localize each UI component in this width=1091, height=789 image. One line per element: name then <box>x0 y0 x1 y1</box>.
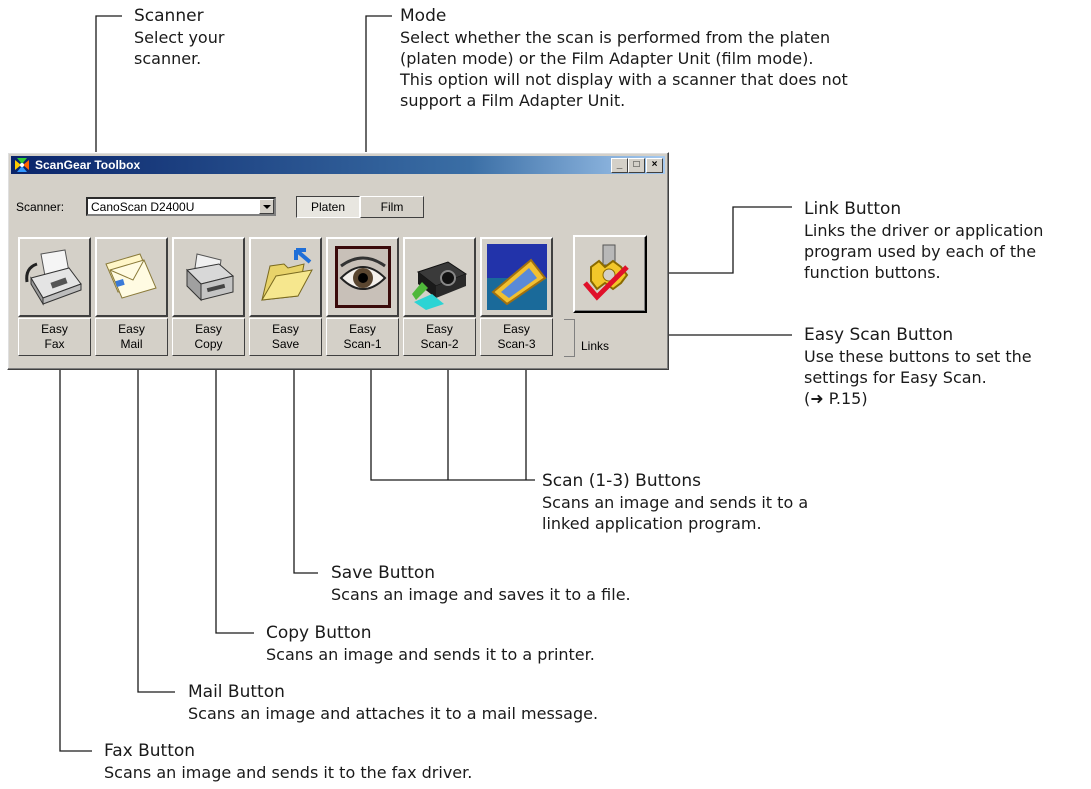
copy-callout: Copy Button Scans an image and sends it … <box>266 623 595 665</box>
button-label-line: Save <box>271 337 300 351</box>
callout-title: Scan (1-3) Buttons <box>542 471 701 491</box>
close-button[interactable]: × <box>646 158 663 173</box>
film-mode-button[interactable]: Film <box>360 196 424 218</box>
folder-icon <box>261 248 313 301</box>
fax-leader <box>59 326 92 752</box>
button-label-line: Copy <box>194 337 223 351</box>
save-callout: Save Button Scans an image and saves it … <box>331 563 631 605</box>
window-title: ScanGear Toolbox <box>35 158 141 172</box>
easy-copy-label[interactable]: Easy Copy <box>172 318 245 356</box>
callout-desc-line: support a Film Adapter Unit. <box>400 91 626 110</box>
button-label-line: Easy <box>503 322 530 336</box>
title-bar[interactable]: ScanGear Toolbox _ □ × <box>11 156 665 174</box>
platen-mode-button[interactable]: Platen <box>296 196 360 218</box>
fax-icon <box>25 249 82 306</box>
mail-icon <box>105 253 157 299</box>
easy-scan-2-label[interactable]: Easy Scan-2 <box>403 318 476 356</box>
scangear-toolbox-window: ScanGear Toolbox _ □ × Scanner: CanoScan… <box>7 152 669 370</box>
mail-callout: Mail Button Scans an image and attaches … <box>188 682 598 724</box>
callout-desc-line: (platen mode) or the Film Adapter Unit (… <box>400 49 814 68</box>
button-label-line: Easy <box>118 322 145 336</box>
scanner-callout: Scanner Select your scanner. <box>134 6 224 69</box>
button-label-line: Scan-2 <box>420 337 459 351</box>
scanner-select-value: CanoScan D2400U <box>91 200 195 214</box>
callout-title: Link Button <box>804 199 902 219</box>
callout-title: Scanner <box>134 6 204 26</box>
easy-copy-button[interactable] <box>172 237 245 317</box>
fax-callout: Fax Button Scans an image and sends it t… <box>104 741 472 783</box>
easy-scan-1-label[interactable]: Easy Scan-1 <box>326 318 399 356</box>
button-label-line: Scan-3 <box>497 337 536 351</box>
callout-title: Fax Button <box>104 741 196 761</box>
callout-desc-line: Scans an image and sends it to the fax d… <box>104 763 473 782</box>
scanner-label: Scanner: <box>16 200 65 214</box>
callout-title: Mode <box>400 6 447 26</box>
link-button[interactable] <box>573 235 647 313</box>
printer-icon <box>185 253 235 302</box>
chevron-down-icon[interactable] <box>259 199 274 214</box>
callout-desc-line: Scans an image and sends it to a printer… <box>266 645 595 664</box>
callout-desc-line: Scans an image and saves it to a file. <box>331 585 631 604</box>
callout-title: Copy Button <box>266 623 372 643</box>
maximize-button[interactable]: □ <box>628 158 645 173</box>
callout-desc-line: Links the driver or application <box>804 221 1044 240</box>
button-label-line: Easy <box>41 322 68 336</box>
link-callout: Link Button Links the driver or applicat… <box>804 199 1043 283</box>
button-label-line: Easy <box>426 322 453 336</box>
scangear-app-icon <box>15 158 29 172</box>
mode-callout: Mode Select whether the scan is performe… <box>400 6 848 111</box>
callout-title: Easy Scan Button <box>804 325 954 345</box>
minimize-button[interactable]: _ <box>611 158 628 173</box>
easy-scan-2-button[interactable] <box>403 237 476 317</box>
easy-save-label[interactable]: Easy Save <box>249 318 322 356</box>
callout-desc-line: settings for Easy Scan. <box>804 368 987 387</box>
button-label-line: Fax <box>44 337 65 351</box>
link-leader <box>662 206 792 274</box>
callout-desc-line: Select your <box>134 28 225 47</box>
callout-desc-line: Scans an image and sends it to a <box>542 493 809 512</box>
easy-save-button[interactable] <box>249 237 322 317</box>
copy-leader <box>215 326 254 634</box>
callout-desc-line: Use these buttons to set the <box>804 347 1032 366</box>
easy-scan-callout: Easy Scan Button Use these buttons to se… <box>804 325 1032 409</box>
button-label-line: Easy <box>349 322 376 336</box>
mail-leader <box>137 326 175 693</box>
callout-desc-line: (➜ P.15) <box>804 389 868 408</box>
button-label-line: Easy <box>195 322 222 336</box>
button-label-line: Scan-1 <box>343 337 382 351</box>
photo-icon <box>487 244 547 310</box>
easy-scan-bracket <box>564 319 575 357</box>
callout-desc-line: function buttons. <box>804 263 941 282</box>
callout-desc-line: Select whether the scan is performed fro… <box>400 28 831 47</box>
easy-fax-button[interactable] <box>18 237 91 317</box>
link-gear-icon <box>583 244 629 301</box>
scanner-select[interactable]: CanoScan D2400U <box>86 197 276 216</box>
easy-mail-button[interactable] <box>95 237 168 317</box>
easy-mail-label[interactable]: Easy Mail <box>95 318 168 356</box>
easy-scan-3-label[interactable]: Easy Scan-3 <box>480 318 553 356</box>
camera-icon <box>412 261 468 310</box>
callout-desc-line: linked application program. <box>542 514 762 533</box>
easy-fax-label[interactable]: Easy Fax <box>18 318 91 356</box>
button-label-line: Mail <box>120 337 143 351</box>
callout-desc-line: Scans an image and attaches it to a mail… <box>188 704 599 723</box>
easy-scan-1-button[interactable] <box>326 237 399 317</box>
easy-scan-3-button[interactable] <box>480 237 553 317</box>
mode-leader-stem <box>365 15 392 172</box>
links-label: Links <box>581 339 610 353</box>
callout-desc-line: program used by each of the <box>804 242 1037 261</box>
button-label-line: Easy <box>272 322 299 336</box>
callout-desc-line: scanner. <box>134 49 202 68</box>
callout-desc-line: This option will not display with a scan… <box>400 70 848 89</box>
callout-title: Mail Button <box>188 682 285 702</box>
eye-icon <box>335 246 391 308</box>
scan-callout: Scan (1-3) Buttons Scans an image and se… <box>542 471 808 534</box>
callout-title: Save Button <box>331 563 436 583</box>
